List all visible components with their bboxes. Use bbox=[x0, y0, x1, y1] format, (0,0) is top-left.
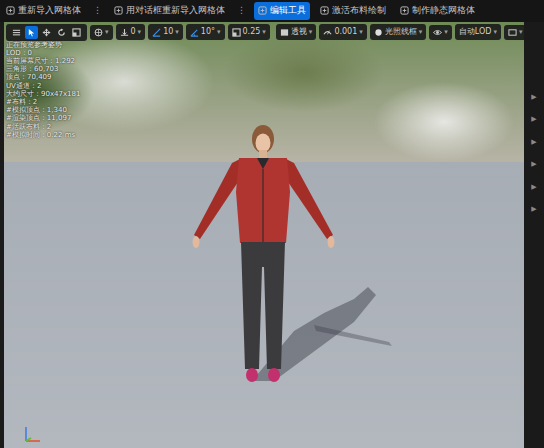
toolbar-label: 重新导入网格体 bbox=[18, 4, 81, 18]
surface-icon bbox=[120, 28, 129, 37]
toolbar-label: 激活布料绘制 bbox=[332, 4, 386, 18]
screen-dropdown[interactable]: ▾ bbox=[504, 25, 524, 40]
scale-icon bbox=[72, 28, 81, 37]
stats-line: #渲染顶点：11,097 bbox=[6, 114, 80, 122]
toolbar-button[interactable]: 制作静态网格体 bbox=[396, 2, 479, 20]
dropdown-caret: ▾ bbox=[519, 27, 523, 38]
stats-line: #活跃布料：2 bbox=[6, 123, 80, 131]
stats-line: 三角形：60,703 bbox=[6, 65, 80, 73]
item-icon bbox=[400, 6, 409, 15]
select-tool[interactable] bbox=[25, 26, 38, 39]
viewport[interactable]: ▾0▾10▾10°▾0.25▾透视▾0.001▾光照线框▾▾自动LOD▾▾正在预… bbox=[4, 22, 524, 448]
item-icon bbox=[258, 6, 267, 15]
surface-label: 0 bbox=[131, 26, 136, 38]
details-panel-edge: ▶ ▶ ▶ ▶ ▶ ▶ bbox=[524, 22, 544, 448]
item-icon bbox=[114, 6, 123, 15]
lod-label: 自动LOD bbox=[459, 26, 492, 38]
grid-icon bbox=[152, 28, 161, 37]
toolbar-label: 制作静态网格体 bbox=[412, 4, 475, 18]
screen-icon bbox=[508, 28, 517, 37]
dropdown-caret: ▾ bbox=[493, 27, 497, 38]
dropdown-caret: ▾ bbox=[444, 27, 448, 38]
item-icon bbox=[320, 6, 329, 15]
dropdown-caret: ▾ bbox=[309, 27, 313, 38]
show-icon bbox=[433, 28, 442, 37]
dropdown-caret: ▾ bbox=[105, 27, 109, 38]
dropdown-caret: ▾ bbox=[419, 27, 423, 38]
stats-line: 大约尺寸：90x47x181 bbox=[6, 90, 80, 98]
viewport-toolbar: ▾0▾10▾10°▾0.25▾透视▾0.001▾光照线框▾▾自动LOD▾▾ bbox=[6, 24, 520, 41]
angle-dropdown[interactable]: 10°▾ bbox=[186, 24, 225, 40]
lit-label: 光照线框 bbox=[385, 26, 417, 38]
toolbar-button[interactable]: 用对话框重新导入网格体 bbox=[110, 2, 229, 20]
toolbar-label: 用对话框重新导入网格体 bbox=[126, 4, 225, 18]
stats-line: 当前屏幕尺寸：1.292 bbox=[6, 57, 80, 65]
editor-window: 重新导入网格体⋮用对话框重新导入网格体⋮编辑工具激活布料绘制制作静态网格体▾0▾… bbox=[0, 0, 544, 448]
expand-arrow[interactable]: ▶ bbox=[531, 114, 536, 125]
lit-dropdown[interactable]: 光照线框▾ bbox=[370, 24, 427, 40]
stats-overlay: 正在预览参考姿势LOD：0当前屏幕尺寸：1.292三角形：60,703顶点：70… bbox=[6, 41, 80, 139]
dropdown-caret: ▾ bbox=[138, 27, 142, 38]
menu-tool[interactable] bbox=[10, 26, 23, 39]
stats-line: UV通道：2 bbox=[6, 82, 80, 90]
toolbar-button[interactable]: 重新导入网格体 bbox=[2, 2, 85, 20]
menu-icon bbox=[12, 28, 21, 37]
scale-tool[interactable] bbox=[70, 26, 83, 39]
dropdown-caret: ▾ bbox=[359, 27, 363, 38]
surface-dropdown[interactable]: 0▾ bbox=[116, 24, 146, 40]
speed-icon bbox=[323, 28, 332, 37]
expand-arrow[interactable]: ▶ bbox=[531, 182, 536, 193]
grid-dropdown[interactable]: 10▾ bbox=[148, 24, 183, 40]
axis-gizmo-icon bbox=[22, 420, 46, 444]
scale-dropdown[interactable]: 0.25▾ bbox=[228, 24, 270, 40]
expand-arrow[interactable]: ▶ bbox=[531, 159, 536, 170]
stats-line: 正在预览参考姿势 bbox=[6, 41, 80, 49]
stats-line: LOD：0 bbox=[6, 49, 80, 57]
stats-line: #布料：2 bbox=[6, 98, 80, 106]
view-dropdown[interactable]: 透视▾ bbox=[276, 24, 317, 40]
move-icon bbox=[42, 28, 51, 37]
world-icon bbox=[94, 28, 103, 37]
rotate-tool[interactable] bbox=[55, 26, 68, 39]
stats-line: #模拟顶点：1,340 bbox=[6, 106, 80, 114]
toolbar-label: 编辑工具 bbox=[270, 4, 306, 18]
angle-label: 10° bbox=[201, 26, 215, 38]
view-label: 透视 bbox=[291, 26, 307, 38]
expand-arrow[interactable]: ▶ bbox=[531, 204, 536, 215]
stats-line: #模拟时间：0.22 ms bbox=[6, 131, 80, 139]
select-icon bbox=[27, 28, 36, 37]
more-menu[interactable]: ⋮ bbox=[91, 4, 104, 18]
grid-label: 10 bbox=[163, 26, 173, 38]
speed-dropdown[interactable]: 0.001▾ bbox=[319, 24, 366, 40]
item-icon bbox=[6, 6, 15, 15]
move-tool[interactable] bbox=[40, 26, 53, 39]
rotate-icon bbox=[57, 28, 66, 37]
expand-arrow[interactable]: ▶ bbox=[531, 92, 536, 103]
world-dropdown[interactable]: ▾ bbox=[90, 25, 113, 40]
toolbar-button[interactable]: 激活布料绘制 bbox=[316, 2, 390, 20]
toolbar-button[interactable]: 编辑工具 bbox=[254, 2, 310, 20]
speed-label: 0.001 bbox=[334, 26, 357, 38]
angle-icon bbox=[190, 28, 199, 37]
more-menu[interactable]: ⋮ bbox=[235, 4, 248, 18]
show-dropdown[interactable]: ▾ bbox=[429, 25, 452, 40]
expand-arrow[interactable]: ▶ bbox=[531, 137, 536, 148]
scale-label: 0.25 bbox=[243, 26, 261, 38]
main-toolbar: 重新导入网格体 ⋮ 用对话框重新导入网格体 ⋮ 编辑工具 激活布料绘制 制作静态网格体 bbox=[0, 0, 544, 22]
stats-line: 顶点：70,409 bbox=[6, 73, 80, 81]
scale-icon bbox=[232, 28, 241, 37]
view-icon bbox=[280, 28, 289, 37]
lod-dropdown[interactable]: 自动LOD▾ bbox=[455, 24, 501, 40]
dropdown-caret: ▾ bbox=[217, 27, 221, 38]
lit-icon bbox=[374, 28, 383, 37]
dropdown-caret: ▾ bbox=[262, 27, 266, 38]
dropdown-caret: ▾ bbox=[175, 27, 179, 38]
character-model bbox=[154, 117, 414, 392]
tool-group bbox=[6, 24, 87, 41]
editor-body: ▾0▾10▾10°▾0.25▾透视▾0.001▾光照线框▾▾自动LOD▾▾正在预… bbox=[0, 22, 544, 448]
